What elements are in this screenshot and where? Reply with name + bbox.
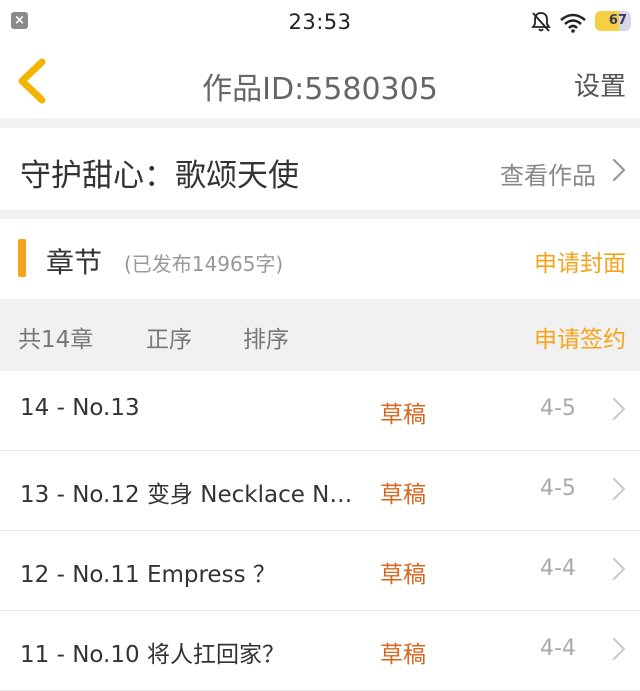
chevron-right-icon: [612, 158, 626, 182]
chapter-status: 草稿: [380, 562, 426, 588]
bell-off-icon: [531, 12, 551, 32]
work-row[interactable]: 守护甜心：歌颂天使 查看作品: [0, 128, 640, 210]
chapter-date: 4-5: [540, 396, 576, 421]
chapter-status: 草稿: [380, 642, 426, 668]
divider: [0, 210, 640, 219]
chapter-date: 4-5: [540, 476, 576, 501]
screen: × 23:53 67 作品ID:5580305 设置 守护甜心：歌颂天使 查看作…: [0, 0, 640, 691]
chapter-row[interactable]: 14 - No.13 草稿 4-5: [0, 371, 640, 451]
chapter-date: 4-4: [540, 556, 576, 581]
chapters-title: 章节: [46, 246, 103, 279]
settings-button[interactable]: 设置: [574, 66, 626, 103]
chapters-header: 章节 (已发布14965字) 申请封面: [0, 219, 640, 299]
chevron-right-icon: [612, 477, 626, 501]
nav-bar: 作品ID:5580305 设置: [0, 46, 640, 118]
section-accent-bar: [18, 239, 26, 277]
published-word-count: (已发布14965字): [124, 252, 284, 276]
divider: [0, 118, 640, 128]
chapter-title: 14 - No.13: [20, 395, 140, 421]
chevron-right-icon: [612, 637, 626, 661]
chapter-status: 草稿: [380, 482, 426, 508]
chevron-right-icon: [612, 397, 626, 421]
chapter-date: 4-4: [540, 636, 576, 661]
apply-cover-button[interactable]: 申请封面: [534, 244, 626, 278]
chapter-title: 11 - No.10 将人扛回家？: [20, 642, 285, 668]
battery-icon: 67: [595, 11, 631, 31]
chevron-right-icon: [612, 557, 626, 581]
apply-sign-button[interactable]: 申请签约: [534, 320, 626, 354]
chapter-title: 12 - No.11 Empress ？: [20, 562, 276, 588]
page-title: 作品ID:5580305: [202, 72, 438, 107]
chapter-title: 13 - No.12 变身 Necklace Necklace: [20, 482, 355, 508]
chapter-list: 14 - No.13 草稿 4-5 13 - No.12 变身 Necklace…: [0, 371, 640, 691]
chapter-row[interactable]: 11 - No.10 将人扛回家？ 草稿 4-4: [0, 611, 640, 691]
sort-bar: 共14章 正序 排序 申请签约: [0, 299, 640, 371]
chapter-status: 草稿: [380, 402, 426, 428]
wifi-icon: [560, 13, 586, 33]
chapter-total: 共14章: [18, 327, 94, 353]
view-work-link[interactable]: 查看作品: [500, 156, 596, 191]
order-button[interactable]: 正序: [146, 320, 192, 354]
chapter-row[interactable]: 12 - No.11 Empress ？ 草稿 4-4: [0, 531, 640, 611]
sort-button[interactable]: 排序: [243, 320, 289, 354]
chapter-row[interactable]: 13 - No.12 变身 Necklace Necklace 草稿 4-5: [0, 451, 640, 531]
status-bar: × 23:53 67: [0, 0, 640, 46]
battery-level: 67: [608, 13, 627, 28]
work-title: 守护甜心：歌颂天使: [20, 158, 299, 194]
